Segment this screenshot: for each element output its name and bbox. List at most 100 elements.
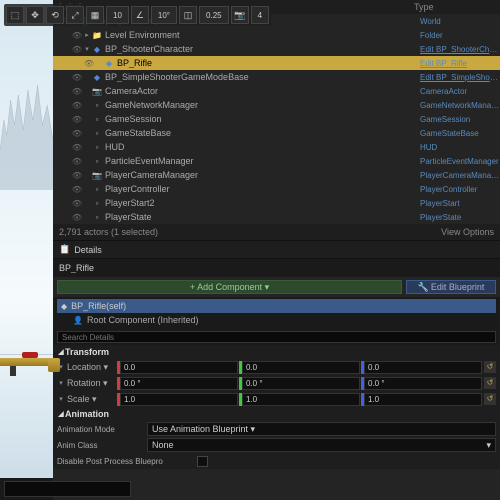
visibility-eye-icon[interactable]: 👁 (71, 171, 83, 180)
node-type: CameraActor (420, 87, 500, 96)
visibility-eye-icon[interactable]: 👁 (71, 143, 83, 152)
viewport-3d[interactable]: ⬚ ✥ ⟲ ⤢ ▦ 10 ∠ 10° ◫ 0.25 📷 4 (0, 0, 53, 500)
visibility-eye-icon[interactable]: 👁 (71, 199, 83, 208)
tree-row[interactable]: 👁▫GameStateBaseGameStateBase (53, 126, 500, 140)
disable-pp-checkbox[interactable] (197, 456, 208, 467)
component-child[interactable]: 👤 Root Component (Inherited) (57, 313, 496, 327)
scale-tool-icon[interactable]: ⤢ (66, 6, 84, 24)
node-label: CameraActor (103, 86, 420, 96)
rotation-x-input[interactable] (120, 377, 238, 390)
tree-row[interactable]: 👁▾◆BP_ShooterCharacterEdit BP_ShooterCha… (53, 42, 500, 56)
details-tab[interactable]: 📋 Details (53, 241, 500, 259)
actor-name-input[interactable] (59, 263, 494, 273)
node-label: GameSession (103, 114, 420, 124)
node-label: PlayerController (103, 184, 420, 194)
tree-row[interactable]: 👁▫ParticleEventManagerParticleEventManag… (53, 154, 500, 168)
tree-row[interactable]: 👁◆BP_RifleEdit BP_Rifle (53, 56, 500, 70)
node-type: ParticleEventManager (420, 157, 500, 166)
component-root[interactable]: ◆ BP_Rifle(self) (57, 299, 496, 313)
expand-tri-icon[interactable]: ▸ (83, 31, 91, 39)
anim-mode-label: Animation Mode (57, 425, 147, 434)
command-bar (0, 478, 53, 500)
visibility-eye-icon[interactable]: 👁 (83, 59, 95, 68)
select-tool-icon[interactable]: ⬚ (6, 6, 24, 24)
cam-icon: 📷 (91, 87, 103, 96)
node-type[interactable]: Edit BP_Rifle (420, 59, 500, 68)
tree-row[interactable]: 👁▫HUDHUD (53, 140, 500, 154)
world-outliner: Label Type 👁▾🌐Map1 (In Editor)World👁▸📁Le… (53, 0, 500, 241)
scale-x-input[interactable] (120, 393, 238, 406)
node-type[interactable]: Edit BP_SimpleShooter (420, 73, 500, 82)
command-input[interactable] (4, 481, 131, 497)
view-options-button[interactable]: View Options (441, 227, 494, 237)
cam-icon: 📷 (91, 171, 103, 180)
tree-row[interactable]: 👁📷CameraActorCameraActor (53, 84, 500, 98)
tree-row[interactable]: 👁▫PlayerStatePlayerState (53, 210, 500, 224)
rifle-mesh[interactable] (0, 358, 62, 380)
scale-label[interactable]: ▾Scale ▾ (57, 394, 117, 405)
tree-row[interactable]: 👁▫GameNetworkManagerGameNetworkManager (53, 98, 500, 112)
visibility-eye-icon[interactable]: 👁 (71, 115, 83, 124)
node-type: GameStateBase (420, 129, 500, 138)
tree-row[interactable]: 👁▫PlayerStart2PlayerStart (53, 196, 500, 210)
location-z-input[interactable] (364, 361, 482, 374)
outliner-tree[interactable]: 👁▾🌐Map1 (In Editor)World👁▸📁Level Environ… (53, 14, 500, 224)
snap-angle-icon[interactable]: ∠ (131, 6, 149, 24)
node-type: PlayerController (420, 185, 500, 194)
visibility-eye-icon[interactable]: 👁 (71, 45, 83, 54)
rotation-z-input[interactable] (364, 377, 482, 390)
translate-tool-icon[interactable]: ✥ (26, 6, 44, 24)
search-details-input[interactable] (57, 331, 496, 343)
tree-row[interactable]: 👁▫PlayerControllerPlayerController (53, 182, 500, 196)
obj-icon: ▫ (91, 213, 103, 222)
node-type: PlayerState (420, 213, 500, 222)
obj-icon: ▫ (91, 101, 103, 110)
edit-blueprint-button[interactable]: 🔧Edit Blueprint (406, 280, 496, 294)
anim-mode-combo[interactable]: Use Animation Blueprint ▾ (147, 422, 496, 436)
location-x-input[interactable] (120, 361, 238, 374)
reset-scale-button[interactable]: ↺ (484, 393, 496, 405)
rotation-label[interactable]: ▾Rotation ▾ (57, 378, 117, 389)
node-type[interactable]: Edit BP_ShooterChara (420, 45, 500, 54)
reset-rotation-button[interactable]: ↺ (484, 377, 496, 389)
component-tree[interactable]: ◆ BP_Rifle(self) 👤 Root Component (Inher… (53, 297, 500, 329)
snap-scale-icon[interactable]: ◫ (179, 6, 197, 24)
rotate-tool-icon[interactable]: ⟲ (46, 6, 64, 24)
cam-speed[interactable]: 4 (251, 6, 269, 24)
anim-class-label: Anim Class (57, 441, 147, 450)
transform-category[interactable]: ◢Transform (53, 345, 500, 359)
visibility-eye-icon[interactable]: 👁 (71, 31, 83, 40)
scale-size[interactable]: 0.25 (199, 6, 229, 24)
visibility-eye-icon[interactable]: 👁 (71, 73, 83, 82)
scale-y-input[interactable] (242, 393, 360, 406)
obj-icon: ▫ (91, 157, 103, 166)
visibility-eye-icon[interactable]: 👁 (71, 101, 83, 110)
grid-size[interactable]: 10 (106, 6, 129, 24)
location-y-input[interactable] (242, 361, 360, 374)
expand-tri-icon[interactable]: ▾ (83, 45, 91, 53)
node-label: BP_ShooterCharacter (103, 44, 420, 54)
actor-count: 2,791 actors (1 selected) (59, 227, 158, 237)
rotation-y-input[interactable] (242, 377, 360, 390)
tree-row[interactable]: 👁▫GameSessionGameSession (53, 112, 500, 126)
visibility-eye-icon[interactable]: 👁 (71, 213, 83, 222)
anim-class-combo[interactable]: None▾ (147, 438, 496, 452)
visibility-eye-icon[interactable]: 👁 (71, 87, 83, 96)
visibility-eye-icon[interactable]: 👁 (71, 185, 83, 194)
animation-category[interactable]: ◢Animation (53, 407, 500, 421)
angle-size[interactable]: 10° (151, 6, 177, 24)
add-component-button[interactable]: + Add Component ▾ (57, 280, 402, 294)
visibility-eye-icon[interactable]: 👁 (71, 129, 83, 138)
camera-speed-icon[interactable]: 📷 (231, 6, 249, 24)
tree-row[interactable]: 👁◆BP_SimpleShooterGameModeBaseEdit BP_Si… (53, 70, 500, 84)
node-label: BP_SimpleShooterGameModeBase (103, 72, 420, 82)
snap-grid-icon[interactable]: ▦ (86, 6, 104, 24)
reset-location-button[interactable]: ↺ (484, 361, 496, 373)
location-label[interactable]: ▾Location ▾ (57, 362, 117, 373)
tree-row[interactable]: 👁▸📁Level EnvironmentFolder (53, 28, 500, 42)
visibility-eye-icon[interactable]: 👁 (71, 157, 83, 166)
scale-z-input[interactable] (364, 393, 482, 406)
tree-row[interactable]: 👁📷PlayerCameraManagerPlayerCameraManager (53, 168, 500, 182)
node-type: GameNetworkManager (420, 101, 500, 110)
node-label: GameNetworkManager (103, 100, 420, 110)
